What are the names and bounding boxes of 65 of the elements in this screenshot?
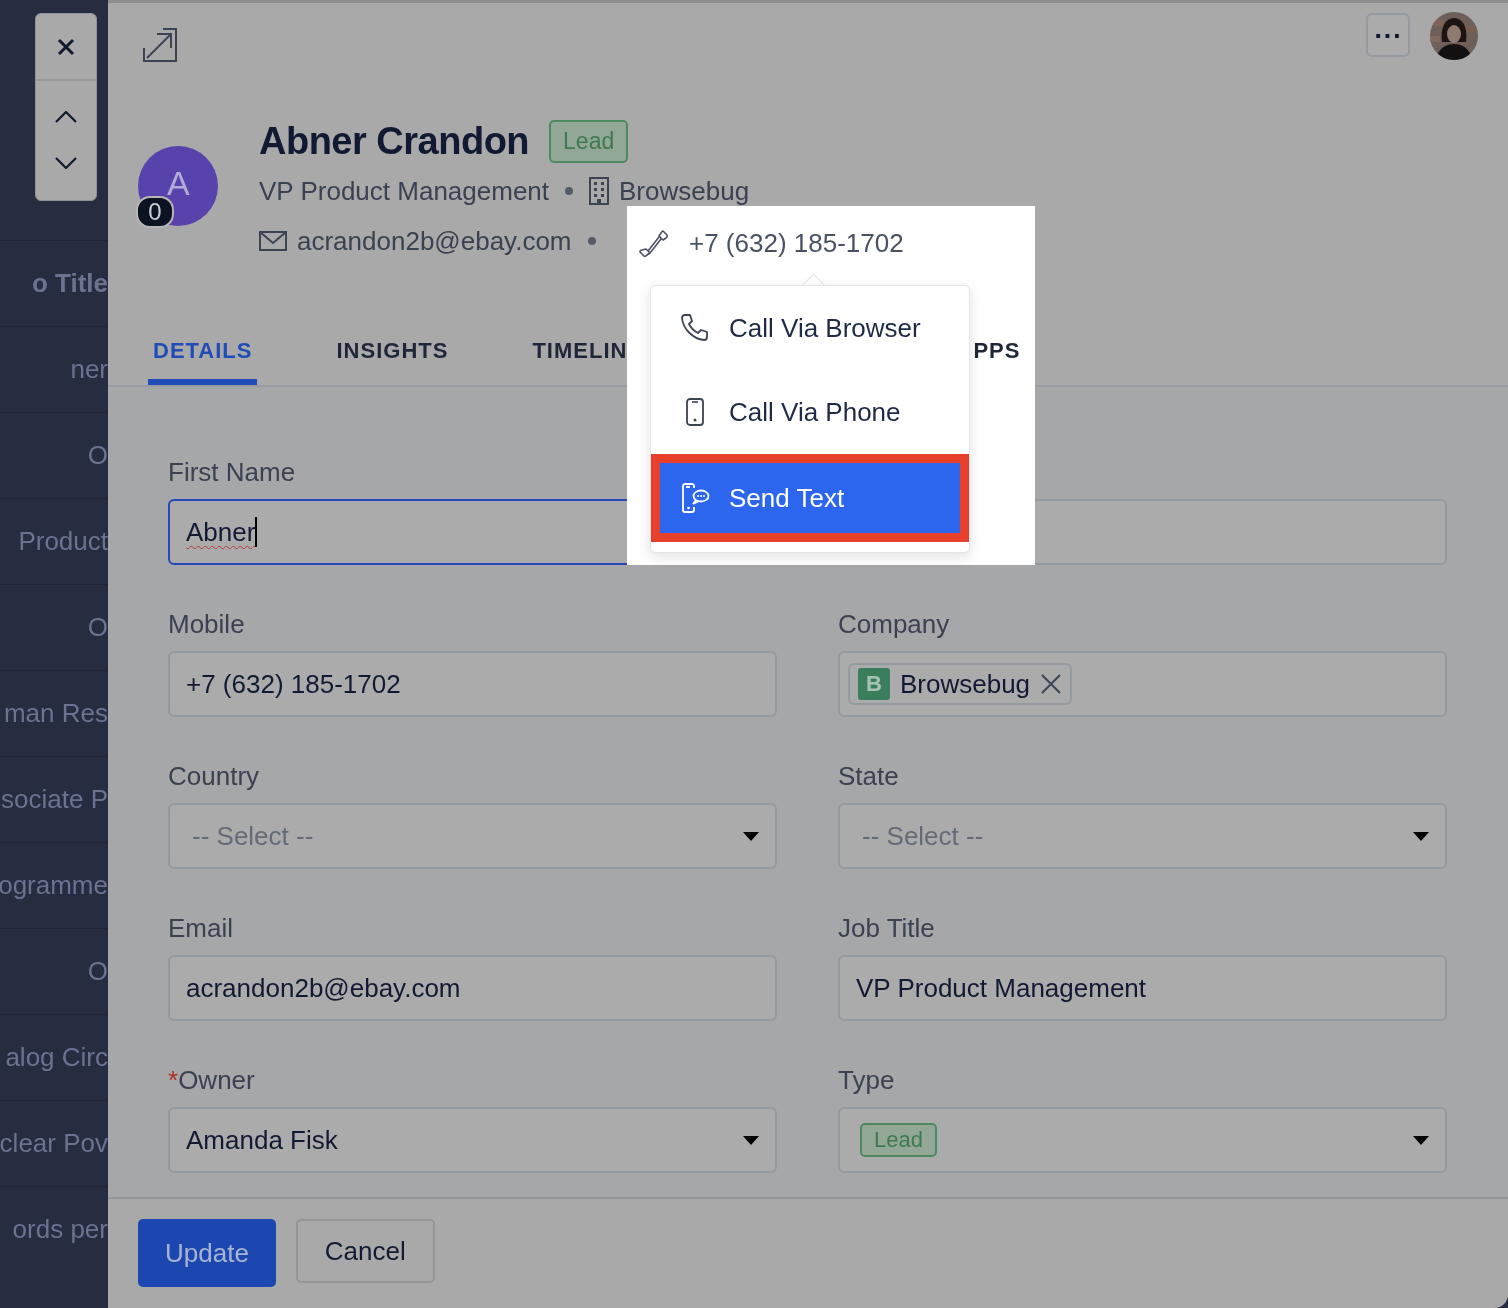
status-badge: Lead bbox=[549, 119, 629, 163]
chip-label: Browsebug bbox=[900, 668, 1031, 700]
mobile-phone-icon bbox=[686, 398, 704, 426]
input-field[interactable]: +7 (632) 185-1702 bbox=[168, 651, 777, 717]
mail-icon bbox=[259, 231, 287, 251]
select-field[interactable]: Amanda Fisk bbox=[168, 1107, 777, 1173]
contact-name: Abner Crandon bbox=[259, 119, 530, 163]
table-cell: ords per bbox=[12, 1214, 108, 1245]
field-label: Type bbox=[838, 1065, 896, 1097]
expand-icon[interactable] bbox=[143, 28, 177, 62]
table-cell: O bbox=[87, 440, 108, 471]
phone-icon bbox=[639, 228, 669, 259]
phone-icon bbox=[680, 313, 710, 343]
job-title: VP Product Management bbox=[259, 175, 550, 207]
type-tag: Lead bbox=[860, 1123, 937, 1157]
tag-field[interactable]: B Browsebug bbox=[838, 651, 1447, 717]
table-cell: clear Pov bbox=[0, 1128, 108, 1159]
caret-icon bbox=[1413, 831, 1429, 841]
table-cell: alog Circ bbox=[5, 1042, 108, 1073]
update-button[interactable]: Update bbox=[138, 1219, 276, 1287]
caret-icon bbox=[743, 1135, 759, 1145]
column-heading: o Title bbox=[31, 268, 108, 299]
field-label: Email bbox=[168, 913, 234, 945]
field-label: Mobile bbox=[168, 609, 246, 641]
table-cell: O bbox=[87, 612, 108, 643]
field-label: Country bbox=[168, 761, 261, 793]
previous-button[interactable] bbox=[55, 111, 77, 123]
menu-item[interactable]: Call Via Browser bbox=[651, 286, 969, 370]
menu-item[interactable]: Send Text bbox=[651, 454, 969, 542]
field-label: First Name bbox=[168, 457, 297, 489]
caret-icon bbox=[743, 831, 759, 841]
chevron-up-icon bbox=[55, 111, 77, 123]
field-label: State bbox=[838, 761, 900, 793]
table-cell: sociate P bbox=[1, 784, 108, 815]
next-button[interactable] bbox=[55, 157, 77, 169]
phone-chat-icon bbox=[680, 483, 710, 513]
table-cell: ner bbox=[70, 354, 108, 385]
tab[interactable]: INSIGHTS bbox=[331, 297, 454, 385]
field-label: Job Title bbox=[838, 913, 936, 945]
chevron-down-icon bbox=[55, 157, 77, 169]
company-logo: B bbox=[858, 668, 890, 700]
table-cell: O bbox=[87, 956, 108, 987]
field-label: *Owner bbox=[168, 1065, 256, 1097]
input-field[interactable]: acrandon2b@ebay.com bbox=[168, 955, 777, 1021]
menu-item[interactable]: Call Via Phone bbox=[651, 370, 969, 454]
tab[interactable]: TIMELIN bbox=[527, 297, 633, 385]
table-cell: ogramme bbox=[0, 870, 108, 901]
table-cell: man Res bbox=[3, 698, 108, 729]
table-cell: Product bbox=[18, 526, 108, 557]
phone-number[interactable]: +7 (632) 185-1702 bbox=[689, 228, 904, 259]
close-button[interactable] bbox=[56, 36, 76, 57]
input-field[interactable]: VP Product Management bbox=[838, 955, 1447, 1021]
count-badge: 0 bbox=[136, 196, 174, 228]
caret-icon bbox=[1413, 1135, 1429, 1145]
separator-dot bbox=[565, 187, 574, 195]
more-button[interactable]: ... bbox=[1366, 13, 1410, 57]
remove-icon[interactable] bbox=[1040, 673, 1063, 695]
separator-dot bbox=[587, 237, 596, 245]
building-icon bbox=[589, 177, 610, 205]
company-name: Browsebug bbox=[619, 175, 750, 207]
email-address: acrandon2b@ebay.com bbox=[297, 225, 572, 257]
cancel-button[interactable]: Cancel bbox=[295, 1219, 435, 1283]
tab[interactable]: PPS bbox=[968, 297, 1026, 385]
close-icon bbox=[56, 36, 76, 57]
field-label: Company bbox=[838, 609, 951, 641]
